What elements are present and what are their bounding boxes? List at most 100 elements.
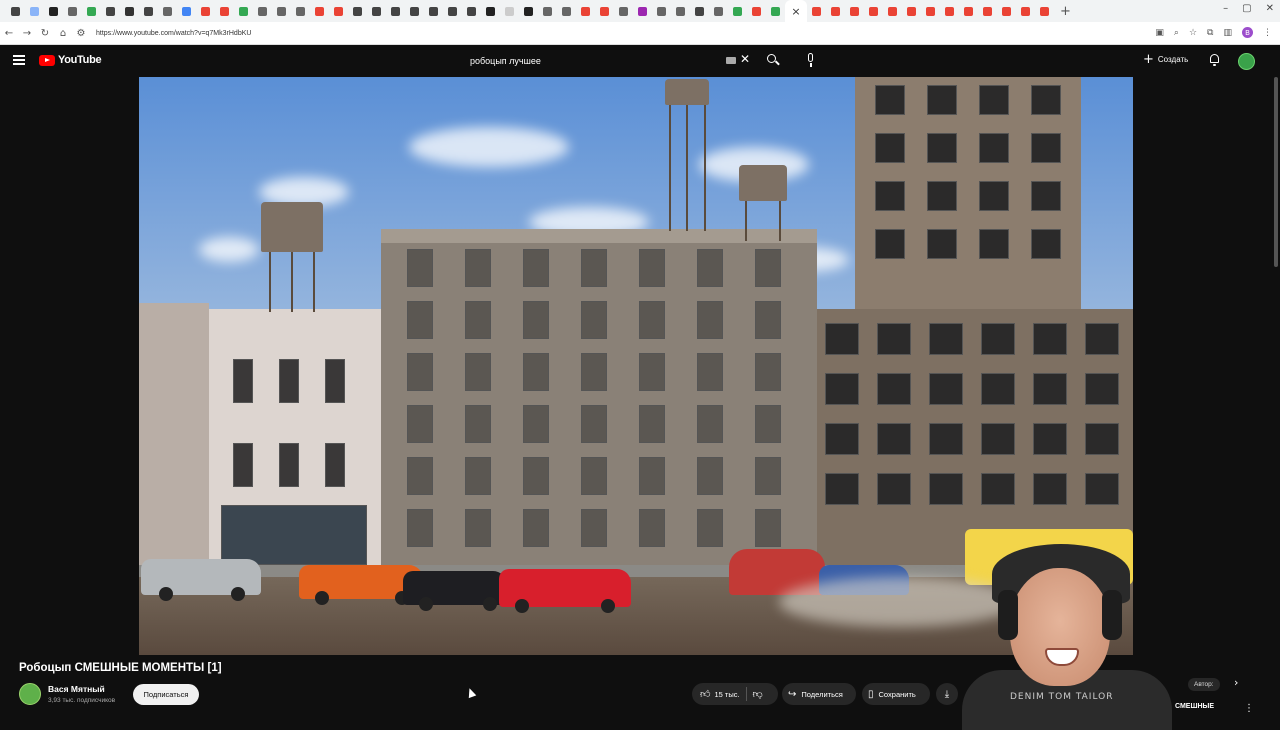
install-app-icon[interactable]: ▣ <box>1155 28 1164 38</box>
close-tab-icon[interactable]: × <box>791 5 800 18</box>
share-button[interactable]: ↪ Поделиться <box>782 683 856 705</box>
search-button[interactable] <box>762 50 784 72</box>
browser-tab[interactable] <box>405 0 424 22</box>
url-field[interactable]: https://www.youtube.com/watch?v=q7Mk3rHd… <box>96 30 251 37</box>
zoom-icon[interactable]: ⌕ <box>1174 28 1179 38</box>
save-button[interactable]: ▯ Сохранить <box>862 683 930 705</box>
browser-tab[interactable] <box>1016 0 1035 22</box>
browser-tab[interactable] <box>902 0 921 22</box>
building-window <box>465 301 491 339</box>
browser-menu-icon[interactable]: ⋮ <box>1263 28 1272 38</box>
browser-tab[interactable] <box>158 0 177 22</box>
thumbs-down-icon[interactable]: 👎︎ <box>753 688 763 700</box>
browser-tab[interactable] <box>807 0 826 22</box>
browser-tab[interactable] <box>367 0 386 22</box>
minimize-icon[interactable]: – <box>1223 3 1228 14</box>
forward-icon[interactable]: → <box>18 28 36 39</box>
notifications-bell-icon[interactable] <box>1209 54 1220 66</box>
browser-tab[interactable] <box>177 0 196 22</box>
browser-tab[interactable] <box>614 0 633 22</box>
search-input[interactable]: робоцып лучшее ✕ <box>460 49 760 73</box>
browser-tab[interactable] <box>6 0 25 22</box>
browser-tab[interactable] <box>921 0 940 22</box>
browser-tab[interactable] <box>671 0 690 22</box>
browser-tab[interactable] <box>728 0 747 22</box>
browser-tab[interactable] <box>139 0 158 22</box>
building-window <box>465 509 491 547</box>
youtube-logo[interactable]: YouTube <box>39 54 102 66</box>
browser-tab[interactable] <box>25 0 44 22</box>
author-chip[interactable]: Автор: <box>1188 678 1220 691</box>
site-info-icon[interactable]: ⚙ <box>72 28 90 39</box>
browser-tab[interactable] <box>747 0 766 22</box>
active-browser-tab[interactable]: × <box>785 0 807 22</box>
browser-tab[interactable] <box>940 0 959 22</box>
browser-tab[interactable] <box>595 0 614 22</box>
chevron-right-icon[interactable]: › <box>1234 676 1238 689</box>
browser-tab[interactable] <box>234 0 253 22</box>
browser-tab[interactable] <box>329 0 348 22</box>
browser-tab[interactable] <box>462 0 481 22</box>
browser-tab[interactable] <box>864 0 883 22</box>
browser-tab[interactable] <box>120 0 139 22</box>
browser-tab[interactable] <box>997 0 1016 22</box>
browser-tab[interactable] <box>1035 0 1054 22</box>
building-window <box>1033 373 1067 405</box>
browser-tab[interactable] <box>481 0 500 22</box>
browser-tab[interactable] <box>557 0 576 22</box>
browser-tab[interactable] <box>576 0 595 22</box>
extensions-icon[interactable]: ⧉ <box>1207 28 1213 38</box>
browser-tab[interactable] <box>766 0 785 22</box>
browser-tab[interactable] <box>652 0 671 22</box>
page-scrollbar[interactable] <box>1274 77 1278 267</box>
clear-search-icon[interactable]: ✕ <box>740 52 750 66</box>
browser-tab[interactable] <box>845 0 864 22</box>
browser-tab[interactable] <box>709 0 728 22</box>
browser-tab[interactable] <box>386 0 405 22</box>
browser-tab[interactable] <box>82 0 101 22</box>
browser-tab[interactable] <box>215 0 234 22</box>
browser-tab[interactable] <box>690 0 709 22</box>
browser-tab[interactable] <box>883 0 902 22</box>
browser-tab[interactable] <box>291 0 310 22</box>
account-avatar[interactable] <box>1238 53 1255 70</box>
reload-icon[interactable]: ↻ <box>36 28 54 39</box>
channel-name[interactable]: Вася Мятный <box>48 684 105 694</box>
browser-tab[interactable] <box>101 0 120 22</box>
browser-tab[interactable] <box>348 0 367 22</box>
close-window-icon[interactable]: ✕ <box>1266 3 1274 14</box>
create-button[interactable]: + Создать <box>1143 53 1188 66</box>
browser-tab[interactable] <box>44 0 63 22</box>
thumbs-up-icon[interactable]: 👍︎ <box>700 688 710 700</box>
recommendation-chip[interactable]: СМЕШНЫЕ <box>1175 703 1214 710</box>
like-count[interactable]: 15 тыс. <box>714 690 739 699</box>
browser-tab[interactable] <box>978 0 997 22</box>
keyboard-icon[interactable] <box>726 57 736 64</box>
voice-search-button[interactable] <box>800 50 822 72</box>
home-icon[interactable]: ⌂ <box>54 28 72 39</box>
browser-tab[interactable] <box>310 0 329 22</box>
channel-avatar[interactable] <box>19 683 41 705</box>
bookmark-star-icon[interactable]: ☆ <box>1189 28 1197 38</box>
browser-tab[interactable] <box>519 0 538 22</box>
browser-tab[interactable] <box>253 0 272 22</box>
browser-tab[interactable] <box>538 0 557 22</box>
sidepanel-icon[interactable]: ▥ <box>1223 28 1232 38</box>
browser-tab[interactable] <box>424 0 443 22</box>
maximize-icon[interactable]: ▢ <box>1242 3 1251 14</box>
new-tab-icon[interactable]: + <box>1060 4 1071 19</box>
browser-tab[interactable] <box>500 0 519 22</box>
more-options-icon[interactable]: ⋮ <box>1244 703 1254 714</box>
browser-tab[interactable] <box>633 0 652 22</box>
subscribe-button[interactable]: Подписаться <box>133 684 199 705</box>
browser-tab[interactable] <box>272 0 291 22</box>
profile-avatar[interactable]: B <box>1242 27 1253 38</box>
download-button[interactable]: ⤓ <box>936 683 958 705</box>
browser-tab[interactable] <box>443 0 462 22</box>
browser-tab[interactable] <box>196 0 215 22</box>
browser-tab[interactable] <box>826 0 845 22</box>
back-icon[interactable]: ← <box>0 28 18 39</box>
browser-tab[interactable] <box>63 0 82 22</box>
browser-tab[interactable] <box>959 0 978 22</box>
menu-icon[interactable] <box>13 55 25 65</box>
